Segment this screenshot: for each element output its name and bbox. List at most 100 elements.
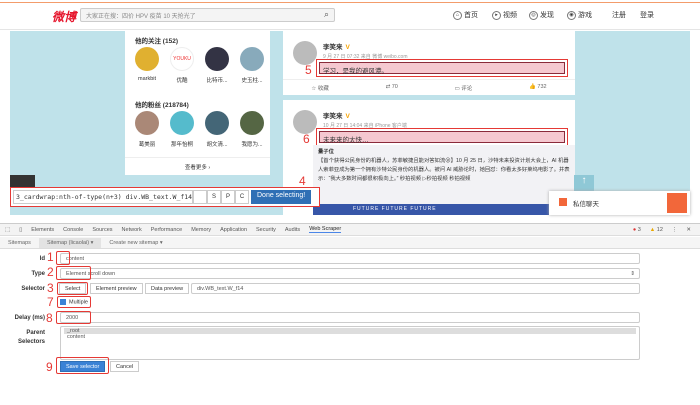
highlight-box	[57, 282, 88, 295]
select-button[interactable]: S	[207, 190, 221, 204]
favorite-button[interactable]: ☆ 收藏	[311, 84, 328, 92]
tab-application[interactable]: Application	[220, 227, 247, 233]
tab-network[interactable]: Network	[122, 227, 142, 233]
tab-sitemaps[interactable]: Sitemaps	[0, 238, 39, 248]
child-button[interactable]: C	[235, 190, 249, 204]
annotation-number: 1	[47, 250, 54, 264]
parent-selectors-list[interactable]: _root content	[60, 326, 640, 360]
avatar[interactable]	[240, 111, 264, 135]
tab-elements[interactable]: Elements	[31, 227, 54, 233]
post-actions: ☆ 收藏 ⇄ 70 ▭ 评论 👍 732	[283, 79, 575, 92]
annotation-number: 8	[46, 311, 53, 325]
type-select[interactable]: Element scroll down ⇕	[60, 268, 640, 279]
avatar[interactable]	[170, 111, 194, 135]
following-name[interactable]: 史玉柱...	[235, 76, 269, 84]
parent-button[interactable]: P	[221, 190, 235, 204]
annotation-number: 3	[47, 281, 54, 295]
tab-performance[interactable]: Performance	[151, 227, 183, 233]
tab-create-sitemap[interactable]: Create new sitemap ▾	[101, 238, 170, 248]
annotation-number: 9	[46, 360, 53, 374]
nav-video[interactable]: ▸ 视频	[492, 10, 517, 20]
close-icon[interactable]: ✕	[686, 227, 691, 233]
id-label: Id	[39, 256, 45, 262]
parent-option[interactable]: content	[64, 334, 636, 340]
comment-button[interactable]: ▭ 评论	[455, 84, 473, 92]
nav-discover[interactable]: ◎ 发现	[529, 10, 554, 20]
selector-label: Selector	[21, 286, 45, 292]
post-author[interactable]: 李笑来 V	[323, 110, 350, 120]
avatar[interactable]	[240, 47, 264, 71]
tab-web-scraper[interactable]: Web Scraper	[309, 226, 342, 233]
nav-home[interactable]: ⌂ 首页	[453, 10, 478, 20]
selector-input[interactable]: 3_cardwrap:nth-of-type(n+3) div.WB_text.…	[13, 190, 193, 204]
more-icon[interactable]: ⋮	[672, 227, 678, 233]
cancel-button[interactable]: Cancel	[110, 361, 140, 372]
annotation-number: 6	[303, 132, 310, 146]
device-icon[interactable]: ▯	[19, 227, 22, 233]
view-more-link[interactable]: 查看更多 ›	[125, 157, 270, 171]
avatar[interactable]	[293, 110, 317, 134]
fan-name[interactable]: 葛美丽	[130, 140, 164, 148]
annotation-number: 4	[299, 174, 306, 188]
avatar[interactable]	[293, 41, 317, 65]
id-input[interactable]: content	[60, 253, 640, 264]
selector-input[interactable]: div.WB_text.W_f14	[191, 283, 640, 294]
following-title: 他的关注 (152)	[135, 38, 178, 45]
following-name[interactable]: 优酷	[165, 76, 199, 84]
warning-count[interactable]: ▲ 12	[650, 227, 663, 233]
fans-title: 他的粉丝 (218784)	[135, 102, 189, 109]
avatar[interactable]	[135, 47, 159, 71]
search-icon[interactable]: ⌕	[324, 9, 329, 20]
tab-audits[interactable]: Audits	[285, 227, 300, 233]
compass-icon: ◎	[529, 10, 538, 20]
like-button[interactable]: 👍 732	[529, 84, 547, 92]
video-banner[interactable]: FUTURE FUTURE FUTURE	[313, 204, 575, 215]
fan-name[interactable]: 那年怡桐	[165, 140, 199, 148]
post-text-highlighted: 学习，是我的避风港。	[316, 59, 568, 77]
tab-sources[interactable]: Sources	[92, 227, 112, 233]
tab-security[interactable]: Security	[256, 227, 276, 233]
tab-console[interactable]: Console	[63, 227, 83, 233]
fan-name[interactable]: 胡文清...	[200, 140, 234, 148]
following-name[interactable]: 比特币...	[200, 76, 234, 84]
element-preview-button[interactable]: Element preview	[90, 283, 143, 294]
nav-games[interactable]: ◉ 游戏	[567, 10, 592, 20]
repost-button[interactable]: ⇄ 70	[386, 84, 398, 92]
profile-relations-card: 他的关注 (152) YOUKU markbit 优酷 比特币... 史玉柱..…	[125, 31, 270, 175]
devtools-tabbar: ⬚ ▯ Elements Console Sources Network Perf…	[0, 223, 700, 236]
selector-toolbar: 3_cardwrap:nth-of-type(n+3) div.WB_text.…	[10, 187, 320, 207]
nav-register[interactable]: 注册	[612, 10, 626, 20]
highlight-box	[56, 357, 109, 374]
tab-memory[interactable]: Memory	[191, 227, 211, 233]
post-card: 李笑来 V 9 月 27 日 07:32 来自 微博 weibo.com 5 学习…	[283, 31, 575, 95]
post-text-highlighted: 未来来的太快…	[316, 128, 568, 146]
error-count[interactable]: ● 3	[633, 227, 641, 233]
checkbox-toggle[interactable]	[193, 190, 207, 204]
nav-login[interactable]: 登录	[640, 10, 654, 20]
weibo-logo[interactable]: 微博	[52, 8, 76, 25]
post-author[interactable]: 李笑来 V	[323, 41, 350, 51]
inspect-icon[interactable]: ⬚	[5, 227, 10, 233]
post-time: 9 月 27 日 07:32 来自 微博 weibo.com	[323, 54, 408, 60]
verified-icon: V	[345, 44, 350, 51]
tab-sitemap[interactable]: Sitemap (licaolai) ▾	[38, 237, 102, 248]
following-name[interactable]: markbit	[130, 76, 164, 82]
fan-name[interactable]: 我愿为...	[235, 140, 269, 148]
delay-input[interactable]: 2000	[60, 312, 640, 323]
chat-toggle-button[interactable]	[667, 193, 687, 213]
annotation-number: 5	[305, 63, 312, 77]
type-label: Type	[31, 271, 45, 277]
post-card: 李笑来 V 10 月 27 日 14:04 来自 iPhone 客户端 6 未来来…	[283, 100, 575, 215]
data-preview-button[interactable]: Data preview	[145, 283, 190, 294]
avatar[interactable]	[205, 111, 229, 135]
private-chat-widget[interactable]: 私信聊天	[549, 191, 690, 215]
done-selecting-button[interactable]: Done selecting!	[251, 190, 312, 204]
scraper-nav: Sitemaps Sitemap (licaolai) ▾ Create new…	[0, 237, 700, 249]
highlight-box	[56, 311, 91, 324]
avatar[interactable]	[205, 47, 229, 71]
avatar[interactable]	[135, 111, 159, 135]
search-input[interactable]: 大家正在搜：四价 HPV 疫苗 10 天抢光了 ⌕	[80, 8, 335, 22]
video-icon: ▸	[492, 10, 501, 20]
mail-icon	[559, 198, 567, 206]
delay-label: Delay (ms)	[14, 315, 45, 321]
